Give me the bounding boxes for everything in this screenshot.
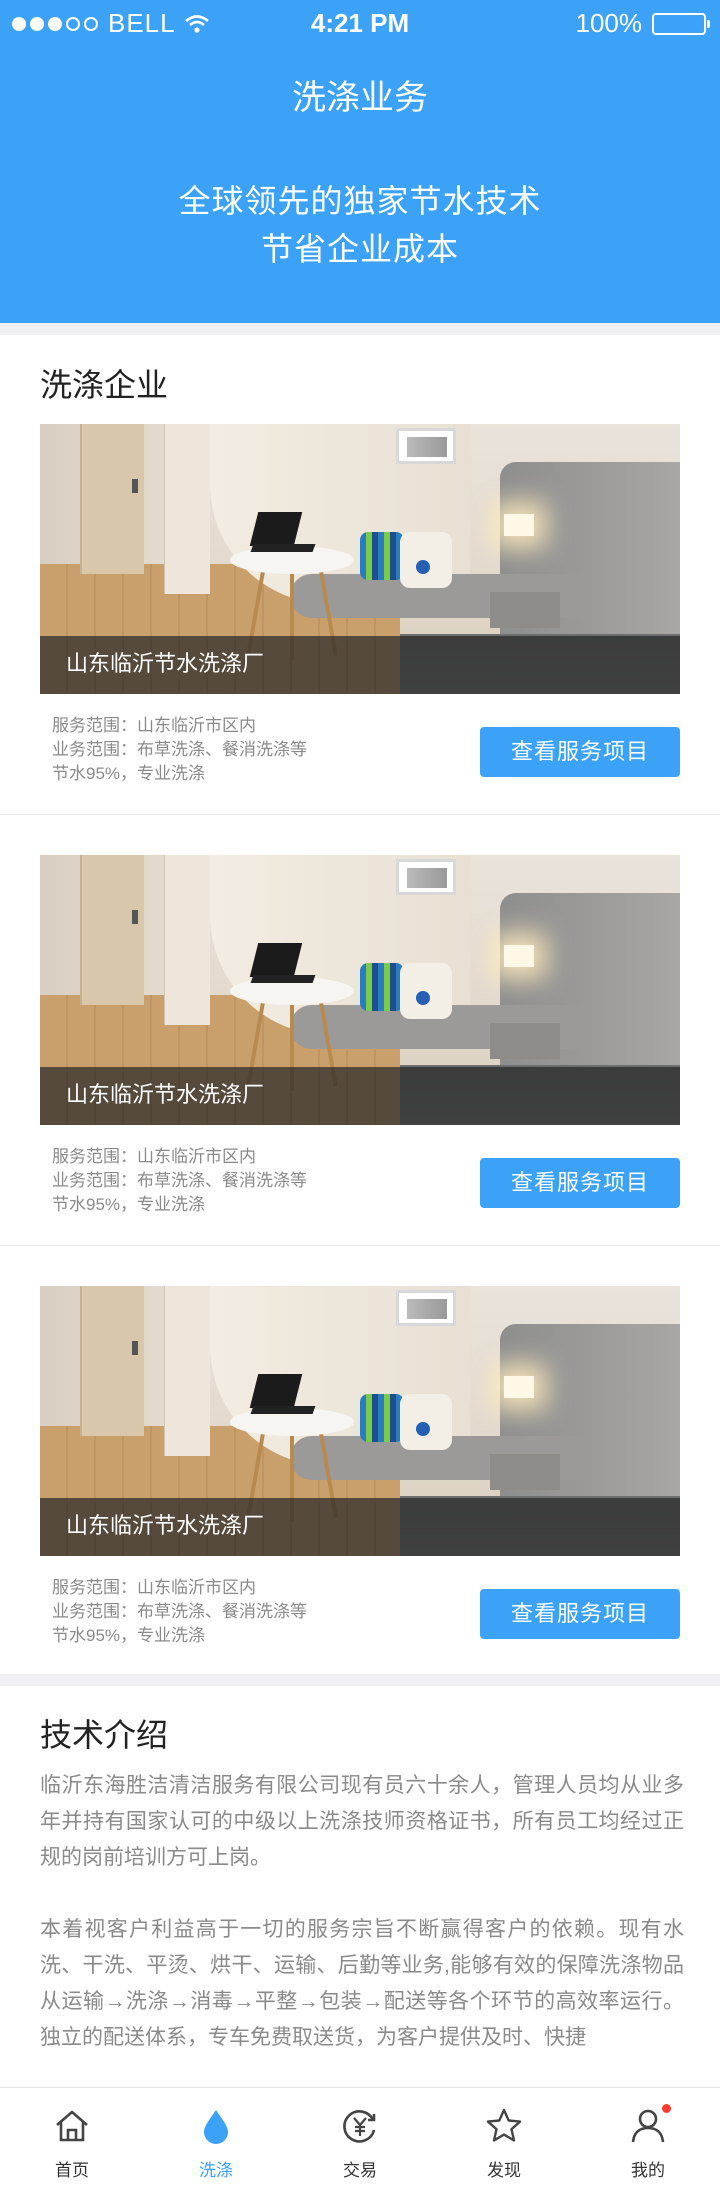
card-divider <box>0 1245 720 1246</box>
battery-status: 100% <box>575 8 710 39</box>
service-scope: 服务范围：山东临沂市区内 <box>52 1578 256 1597</box>
battery-icon <box>652 12 710 35</box>
company-feature: 节水95%，专业洗涤 <box>52 764 206 783</box>
tab-label: 发现 <box>487 2161 521 2180</box>
bottom-tab-bar: 首页 洗涤 交易 发现 我的 <box>0 2087 720 2189</box>
company-name: 山东临沂节水洗涤厂 <box>66 1513 265 1538</box>
star-icon <box>486 2108 522 2142</box>
company-details: 服务范围：山东临沂市区内 业务范围：布草洗涤、餐消洗涤等 节水95%，专业洗涤 <box>52 1576 307 1648</box>
company-details: 服务范围：山东临沂市区内 业务范围：布草洗涤、餐消洗涤等 节水95%，专业洗涤 <box>52 1145 307 1217</box>
company-feature: 节水95%，专业洗涤 <box>52 1195 206 1214</box>
yuan-exchange-icon <box>343 2110 376 2143</box>
company-feature: 节水95%，专业洗涤 <box>52 1626 206 1645</box>
tab-label: 首页 <box>55 2161 89 2180</box>
header-banner: BELL 4:21 PM 100% 洗涤业务 全球领先的独家节水技术 节省企业成… <box>0 0 720 323</box>
tab-label: 洗涤 <box>199 2161 233 2180</box>
tab-label: 交易 <box>343 2161 377 2180</box>
section-gap <box>0 323 720 335</box>
business-scope: 业务范围：布草洗涤、餐消洗涤等 <box>52 1171 307 1190</box>
tech-paragraph: 临沂东海胜洁清洁服务有限公司现有员六十余人，管理人员均从业多年并持有国家认可的中… <box>40 1774 684 1869</box>
tab-trade[interactable]: 交易 <box>288 2088 432 2189</box>
notification-badge <box>662 2104 671 2113</box>
business-scope: 业务范围：布草洗涤、餐消洗涤等 <box>52 1602 307 1621</box>
company-details: 服务范围：山东临沂市区内 业务范围：布草洗涤、餐消洗涤等 节水95%，专业洗涤 <box>52 714 307 786</box>
battery-percent: 100% <box>575 8 643 38</box>
home-icon <box>56 2110 88 2142</box>
tab-discover[interactable]: 发现 <box>432 2088 576 2189</box>
user-icon <box>631 2109 665 2143</box>
companies-section-title: 洗涤企业 <box>40 367 169 403</box>
service-scope: 服务范围：山东临沂市区内 <box>52 1147 256 1166</box>
hero-tagline-secondary: 节省企业成本 <box>260 231 459 267</box>
service-scope: 服务范围：山东临沂市区内 <box>52 716 256 735</box>
company-card-image[interactable]: 山东临沂节水洗涤厂 <box>40 855 680 1125</box>
view-services-button[interactable]: 查看服务项目 <box>480 727 680 777</box>
company-card-image[interactable]: 山东临沂节水洗涤厂 <box>40 424 680 694</box>
water-drop-icon <box>204 2110 228 2144</box>
business-scope: 业务范围：布草洗涤、餐消洗涤等 <box>52 740 307 759</box>
view-services-button[interactable]: 查看服务项目 <box>480 1158 680 1208</box>
page-title: 洗涤业务 <box>292 79 428 117</box>
tech-section-title: 技术介绍 <box>40 1717 169 1753</box>
tech-paragraph: 本着视客户利益高于一切的服务宗旨不断赢得客户的依赖。现有水洗、干洗、平烫、烘干、… <box>40 1918 684 2049</box>
company-name: 山东临沂节水洗涤厂 <box>66 1082 265 1107</box>
tab-mine[interactable]: 我的 <box>576 2088 720 2189</box>
company-name: 山东临沂节水洗涤厂 <box>66 651 265 676</box>
section-gap <box>0 1674 720 1686</box>
tab-wash[interactable]: 洗涤 <box>144 2088 288 2189</box>
view-services-button[interactable]: 查看服务项目 <box>480 1589 680 1639</box>
hero-tagline-primary: 全球领先的独家节水技术 <box>178 183 542 219</box>
tab-label: 我的 <box>631 2161 665 2180</box>
card-divider <box>0 814 720 815</box>
company-card-image[interactable]: 山东临沂节水洗涤厂 <box>40 1286 680 1556</box>
tab-home[interactable]: 首页 <box>0 2088 144 2189</box>
status-bar: BELL 4:21 PM 100% <box>0 0 720 46</box>
